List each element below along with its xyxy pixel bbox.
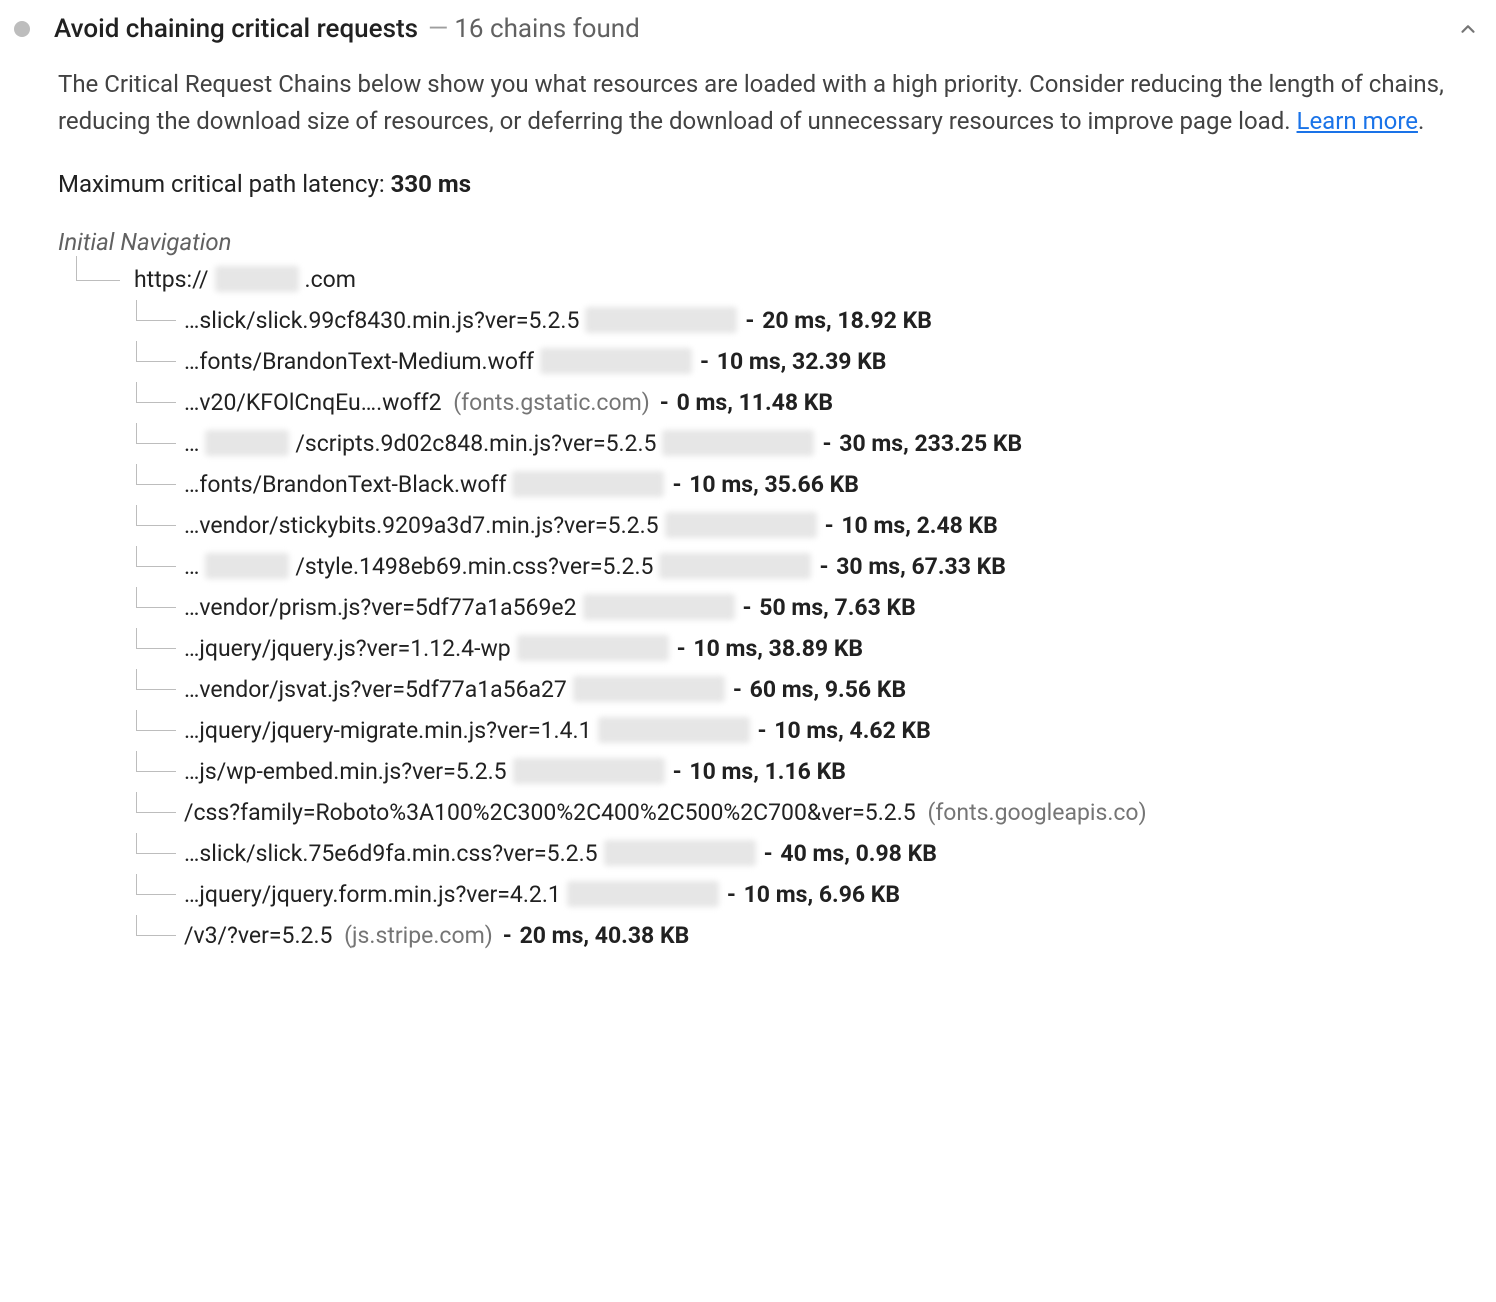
request-path: …slick/slick.99cf8430.min.js?ver=5.2.5	[184, 307, 579, 334]
request-stats: - 20 ms, 18.92 KB	[743, 307, 931, 334]
request-stats: - 40 ms, 0.98 KB	[762, 840, 937, 867]
chain-row: …jquery/jquery.form.min.js?ver=4.2.1 - 10…	[122, 874, 1482, 915]
request-stats: - 30 ms, 233.25 KB	[820, 430, 1022, 457]
audit-count: —16 chains found	[428, 14, 640, 44]
request-stats: - 60 ms, 9.56 KB	[731, 676, 906, 703]
chain-row: /css?family=Roboto%3A100%2C300%2C400%2C5…	[122, 792, 1482, 833]
request-stats: - 10 ms, 1.16 KB	[671, 758, 846, 785]
root-url-suffix: .com	[305, 266, 356, 293]
request-stats: - 20 ms, 40.38 KB	[501, 922, 689, 949]
request-origin: fonts.googleapis.co	[927, 799, 1146, 826]
request-path: …fonts/BrandonText-Medium.woff	[184, 348, 534, 375]
audit-title: Avoid chaining critical requests	[54, 14, 418, 44]
chain-row: …vendor/stickybits.9209a3d7.min.js?ver=5…	[122, 505, 1482, 546]
request-stats: - 10 ms, 38.89 KB	[675, 635, 863, 662]
request-origin: js.stripe.com	[344, 922, 493, 949]
request-chain-tree: Initial Navigation https:// .com …slick/s…	[14, 228, 1482, 956]
chain-row: …vendor/prism.js?ver=5df77a1a569e2 - 50 m…	[122, 587, 1482, 628]
chevron-up-icon[interactable]	[1454, 15, 1482, 43]
redacted-origin	[513, 758, 665, 784]
request-stats: - 10 ms, 4.62 KB	[756, 717, 931, 744]
request-path: …fonts/BrandonText-Black.woff	[184, 471, 506, 498]
request-path: …slick/slick.75e6d9fa.min.css?ver=5.2.5	[184, 840, 598, 867]
chain-row: …jquery/jquery-migrate.min.js?ver=1.4.1 -…	[122, 710, 1482, 751]
request-path: …jquery/jquery-migrate.min.js?ver=1.4.1	[184, 717, 592, 744]
request-path: …vendor/stickybits.9209a3d7.min.js?ver=5…	[184, 512, 659, 539]
request-path-suffix: /style.1498eb69.min.css?ver=5.2.5	[295, 553, 653, 580]
redacted-origin	[540, 348, 692, 374]
redacted-origin	[604, 840, 756, 866]
request-path: …	[184, 430, 199, 457]
status-dot-icon	[14, 21, 30, 37]
chain-row: … /style.1498eb69.min.css?ver=5.2.5 - 30 m…	[122, 546, 1482, 587]
redacted-origin	[567, 881, 719, 907]
chain-row: …vendor/jsvat.js?ver=5df77a1a56a27 - 60 m…	[122, 669, 1482, 710]
request-path: …v20/KFOlCnqEu….woff2	[184, 389, 442, 416]
chain-row: /v3/?ver=5.2.5 js.stripe.com - 20 ms, 40.…	[122, 915, 1482, 956]
request-stats: - 10 ms, 6.96 KB	[725, 881, 900, 908]
chain-row: …jquery/jquery.js?ver=1.12.4-wp - 10 ms, …	[122, 628, 1482, 669]
redacted-origin	[659, 553, 811, 579]
redacted-origin	[662, 430, 814, 456]
request-path: …js/wp-embed.min.js?ver=5.2.5	[184, 758, 507, 785]
root-url-prefix: https://	[134, 266, 209, 293]
request-path: …vendor/jsvat.js?ver=5df77a1a56a27	[184, 676, 567, 703]
request-stats: - 10 ms, 35.66 KB	[670, 471, 858, 498]
redacted-origin	[517, 635, 669, 661]
chain-root-row: https:// .com	[58, 260, 1482, 300]
redacted-origin	[665, 512, 817, 538]
request-stats: - 50 ms, 7.63 KB	[741, 594, 916, 621]
chain-children: …slick/slick.99cf8430.min.js?ver=5.2.5 - …	[122, 300, 1482, 956]
redacted-origin	[583, 594, 735, 620]
request-path: …jquery/jquery.form.min.js?ver=4.2.1	[184, 881, 561, 908]
redacted-path-segment	[205, 553, 289, 579]
chain-row: …fonts/BrandonText-Black.woff - 10 ms, 35…	[122, 464, 1482, 505]
chain-row: …js/wp-embed.min.js?ver=5.2.5 - 10 ms, 1.…	[122, 751, 1482, 792]
chain-row: …slick/slick.75e6d9fa.min.css?ver=5.2.5 -…	[122, 833, 1482, 874]
request-origin: fonts.gstatic.com	[453, 389, 650, 416]
audit-count-label: 16 chains found	[454, 14, 640, 44]
max-latency: Maximum critical path latency: 330 ms	[14, 170, 1482, 228]
redacted-path-segment	[205, 430, 289, 456]
chain-row: … /scripts.9d02c848.min.js?ver=5.2.5 - 30 …	[122, 423, 1482, 464]
chain-row: …v20/KFOlCnqEu….woff2 fonts.gstatic.com-…	[122, 382, 1482, 423]
request-path: /css?family=Roboto%3A100%2C300%2C400%2C5…	[184, 799, 916, 826]
max-latency-label: Maximum critical path latency:	[58, 170, 391, 198]
audit-panel: Avoid chaining critical requests —16 cha…	[0, 0, 1496, 986]
request-path: …jquery/jquery.js?ver=1.12.4-wp	[184, 635, 511, 662]
redacted-origin	[585, 307, 737, 333]
max-latency-value: 330 ms	[391, 170, 471, 198]
request-stats: - 10 ms, 32.39 KB	[698, 348, 886, 375]
initial-navigation-label: Initial Navigation	[58, 228, 1482, 256]
audit-description: The Critical Request Chains below show y…	[14, 66, 1482, 170]
audit-description-text: The Critical Request Chains below show y…	[58, 70, 1444, 135]
audit-description-post: .	[1418, 107, 1424, 135]
request-path-suffix: /scripts.9d02c848.min.js?ver=5.2.5	[295, 430, 656, 457]
request-path: …vendor/prism.js?ver=5df77a1a569e2	[184, 594, 577, 621]
learn-more-link[interactable]: Learn more	[1297, 107, 1418, 135]
audit-header[interactable]: Avoid chaining critical requests —16 cha…	[14, 8, 1482, 66]
request-path: /v3/?ver=5.2.5	[184, 922, 332, 949]
redacted-origin	[598, 717, 750, 743]
chain-row: …fonts/BrandonText-Medium.woff - 10 ms, 3…	[122, 341, 1482, 382]
request-stats: - 10 ms, 2.48 KB	[823, 512, 998, 539]
redacted-origin	[573, 676, 725, 702]
request-stats: - 30 ms, 67.33 KB	[817, 553, 1005, 580]
request-path: …	[184, 553, 199, 580]
request-stats: - 0 ms, 11.48 KB	[658, 389, 833, 416]
redacted-domain	[215, 266, 299, 292]
chain-row: …slick/slick.99cf8430.min.js?ver=5.2.5 - …	[122, 300, 1482, 341]
redacted-origin	[512, 471, 664, 497]
